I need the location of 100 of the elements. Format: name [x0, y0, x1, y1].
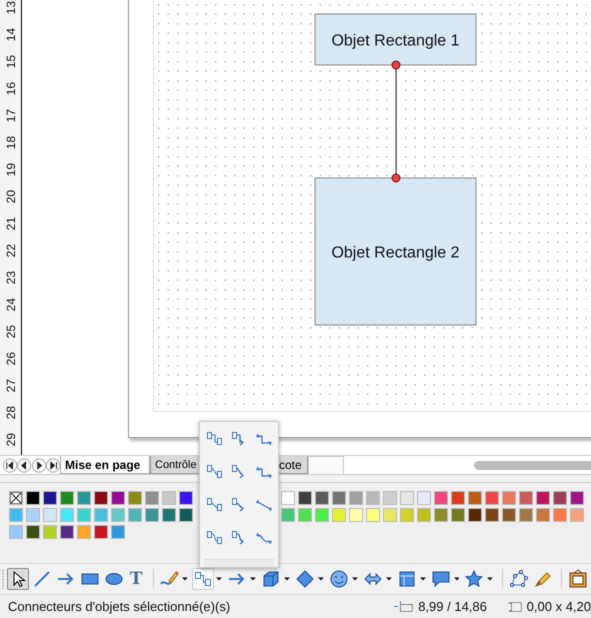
color-swatch[interactable] [26, 508, 40, 522]
color-swatch[interactable] [383, 491, 397, 505]
tab-nav-button[interactable] [3, 458, 18, 472]
connector-type-icon[interactable] [204, 529, 224, 547]
color-swatch[interactable] [553, 508, 567, 522]
color-swatch[interactable] [570, 508, 584, 522]
color-swatch[interactable] [26, 525, 40, 539]
caret-icon[interactable] [454, 577, 460, 581]
color-swatch[interactable] [502, 508, 516, 522]
caret-icon[interactable] [216, 577, 222, 581]
color-swatch[interactable] [179, 491, 193, 505]
caret-icon[interactable] [487, 577, 494, 581]
color-swatch[interactable] [60, 508, 74, 522]
caret-icon[interactable] [250, 577, 256, 581]
no-fill-swatch[interactable] [9, 491, 23, 505]
color-swatch[interactable] [128, 508, 142, 522]
color-swatch[interactable] [400, 491, 414, 505]
color-swatch[interactable] [111, 491, 125, 505]
color-swatch[interactable] [536, 508, 550, 522]
ruler-number: 20 [4, 190, 16, 204]
color-swatch[interactable] [145, 508, 159, 522]
color-swatch[interactable] [281, 508, 295, 522]
color-swatch[interactable] [77, 525, 91, 539]
color-swatch[interactable] [111, 508, 125, 522]
color-swatch[interactable] [502, 491, 516, 505]
color-swatch[interactable] [26, 491, 40, 505]
color-swatch[interactable] [332, 508, 346, 522]
color-swatch[interactable] [553, 491, 567, 505]
tool-button[interactable] [328, 568, 350, 590]
color-swatch[interactable] [570, 491, 584, 505]
color-swatch[interactable] [451, 508, 465, 522]
sheet-tab[interactable]: cote [278, 456, 308, 474]
color-swatch[interactable] [417, 508, 431, 522]
color-swatch[interactable] [94, 508, 108, 522]
color-swatch[interactable] [9, 508, 23, 522]
color-swatch[interactable] [94, 525, 108, 539]
color-swatch[interactable] [315, 508, 329, 522]
color-swatch[interactable] [145, 491, 159, 505]
tool-button[interactable] [6, 568, 29, 590]
color-swatch[interactable] [434, 491, 448, 505]
tab-nav-button[interactable] [17, 458, 32, 472]
connector-handle[interactable] [392, 60, 400, 70]
caret-icon[interactable] [182, 577, 188, 581]
color-swatch[interactable] [485, 508, 499, 522]
color-swatch[interactable] [332, 491, 346, 505]
color-swatch[interactable] [434, 508, 448, 522]
tab-nav-button[interactable] [32, 458, 46, 472]
tool-button[interactable] [463, 568, 486, 590]
color-swatch[interactable] [128, 491, 142, 505]
color-swatch[interactable] [366, 491, 380, 505]
color-swatch[interactable] [468, 491, 482, 505]
color-swatch[interactable] [281, 491, 295, 505]
connector-type-icon[interactable] [204, 463, 224, 481]
color-swatch[interactable] [519, 491, 533, 505]
connector-handle[interactable] [392, 174, 400, 182]
color-swatch[interactable] [519, 508, 533, 522]
shape-label: Objet Rectangle 2 [331, 244, 460, 262]
color-swatch[interactable] [417, 491, 431, 505]
color-swatch[interactable] [400, 508, 414, 522]
color-swatch[interactable] [315, 491, 329, 505]
caret-icon[interactable] [318, 577, 324, 581]
caret-icon[interactable] [420, 577, 426, 581]
color-swatch[interactable] [536, 491, 550, 505]
color-swatch[interactable] [43, 508, 57, 522]
color-swatch[interactable] [179, 508, 193, 522]
color-swatch[interactable] [468, 508, 482, 522]
sheet-tab[interactable]: Mise en page [60, 456, 150, 474]
color-swatch[interactable] [383, 508, 397, 522]
color-swatch[interactable] [298, 491, 312, 505]
color-swatch[interactable] [60, 491, 74, 505]
tool-button[interactable] [566, 568, 589, 590]
color-swatch[interactable] [451, 491, 465, 505]
color-swatch[interactable] [77, 491, 91, 505]
color-swatch[interactable] [349, 508, 363, 522]
color-swatch[interactable] [366, 508, 380, 522]
tab-nav-button[interactable] [46, 458, 60, 472]
color-swatch[interactable] [162, 491, 176, 505]
caret-icon[interactable] [352, 577, 358, 581]
color-swatch[interactable] [9, 525, 23, 539]
rectangle-shape[interactable] [314, 14, 476, 66]
caret-icon[interactable] [284, 577, 290, 581]
connector-type-icon[interactable] [204, 430, 224, 448]
color-swatch[interactable] [298, 508, 312, 522]
scrollbar-thumb[interactable] [474, 460, 591, 470]
color-swatch[interactable] [111, 525, 125, 539]
color-swatch[interactable] [94, 491, 108, 505]
tool-button[interactable] [508, 568, 530, 590]
connector-type-icon[interactable] [204, 496, 224, 514]
color-swatch[interactable] [43, 491, 57, 505]
color-swatch[interactable] [162, 508, 176, 522]
color-swatch[interactable] [43, 525, 57, 539]
tool-button[interactable]: T [126, 568, 146, 590]
drag-handle[interactable] [204, 559, 274, 567]
color-swatch[interactable] [77, 508, 91, 522]
caret-icon[interactable] [386, 577, 392, 581]
color-swatch[interactable] [60, 525, 74, 539]
tool-button[interactable] [294, 568, 316, 590]
ruler-number: 13 [4, 0, 16, 14]
color-swatch[interactable] [349, 491, 363, 505]
color-swatch[interactable] [485, 491, 499, 505]
